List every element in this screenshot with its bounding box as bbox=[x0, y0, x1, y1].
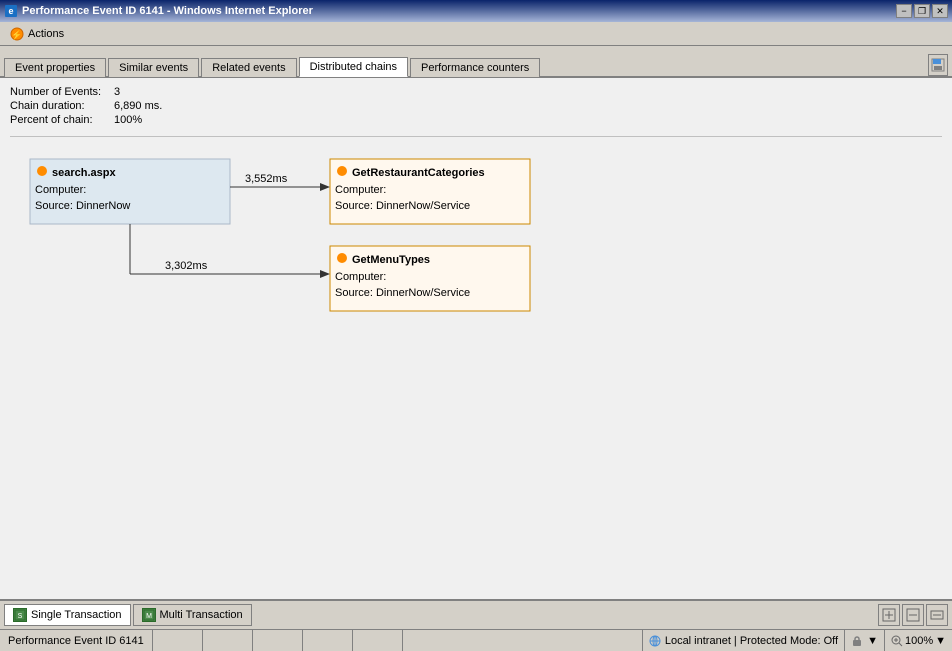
source-node-title: search.aspx bbox=[52, 167, 116, 179]
percent-value: 100% bbox=[114, 114, 142, 126]
duration-label: Chain duration: bbox=[10, 100, 110, 112]
info-row-events: Number of Events: 3 bbox=[10, 86, 942, 98]
svg-text:e: e bbox=[8, 6, 13, 16]
tab-save-icon[interactable] bbox=[928, 54, 948, 76]
svg-text:M: M bbox=[146, 613, 152, 620]
status-event-id: Performance Event ID 6141 bbox=[0, 630, 153, 651]
tab-event-properties[interactable]: Event properties bbox=[4, 58, 106, 77]
arrow1-head bbox=[320, 183, 330, 191]
events-label: Number of Events: bbox=[10, 86, 110, 98]
tab-similar-events[interactable]: Similar events bbox=[108, 58, 199, 77]
status-right: Local intranet | Protected Mode: Off ▼ 1… bbox=[642, 630, 952, 651]
window-controls: − ❐ ✕ bbox=[896, 4, 948, 18]
title-bar: e Performance Event ID 6141 - Windows In… bbox=[0, 0, 952, 22]
percent-label: Percent of chain: bbox=[10, 114, 110, 126]
restore-button[interactable]: ❐ bbox=[914, 4, 930, 18]
svg-text:S: S bbox=[18, 613, 23, 620]
status-empty-2 bbox=[203, 630, 253, 651]
arrow2-head bbox=[320, 270, 330, 278]
info-row-duration: Chain duration: 6,890 ms. bbox=[10, 100, 942, 112]
bottom-bar: S Single Transaction M Multi Transaction bbox=[0, 599, 952, 629]
target-node1-icon bbox=[337, 166, 347, 176]
toolbar-btn-3[interactable] bbox=[926, 604, 948, 626]
globe-icon bbox=[649, 635, 661, 647]
main-content: Number of Events: 3 Chain duration: 6,89… bbox=[0, 78, 952, 599]
target-node1-source: Source: DinnerNow/Service bbox=[335, 200, 470, 212]
svg-text:⚡: ⚡ bbox=[11, 29, 22, 41]
chain-diagram: search.aspx Computer: Source: DinnerNow … bbox=[10, 149, 942, 349]
duration-value: 6,890 ms. bbox=[114, 100, 162, 112]
info-row-percent: Percent of chain: 100% bbox=[10, 114, 942, 126]
status-zoom: 100% ▼ bbox=[884, 630, 952, 651]
source-node-computer: Computer: bbox=[35, 184, 86, 196]
intranet-label: Local intranet | Protected Mode: Off bbox=[665, 635, 838, 647]
toolbar-btn-1[interactable] bbox=[878, 604, 900, 626]
multi-transaction-icon: M bbox=[142, 608, 156, 622]
bottom-toolbar bbox=[878, 604, 948, 626]
status-empty-5 bbox=[353, 630, 403, 651]
zoom-dropdown-arrow[interactable]: ▼ bbox=[935, 635, 946, 647]
menu-bar: ⚡ Actions bbox=[0, 22, 952, 46]
status-bar: Performance Event ID 6141 Local intranet… bbox=[0, 629, 952, 651]
tab-performance-counters[interactable]: Performance counters bbox=[410, 58, 540, 77]
window-icon: e bbox=[4, 4, 18, 18]
tab-distributed-chains[interactable]: Distributed chains bbox=[299, 57, 408, 77]
source-node-source: Source: DinnerNow bbox=[35, 200, 130, 212]
window-title: Performance Event ID 6141 - Windows Inte… bbox=[22, 5, 892, 17]
status-intranet: Local intranet | Protected Mode: Off bbox=[642, 630, 844, 651]
zoom-value: 100% bbox=[905, 635, 933, 647]
source-node-icon bbox=[37, 166, 47, 176]
single-transaction-label: Single Transaction bbox=[31, 609, 122, 621]
toolbar-btn-2[interactable] bbox=[902, 604, 924, 626]
target-node2-computer: Computer: bbox=[335, 271, 386, 283]
zoom-icon bbox=[891, 635, 903, 647]
zoom-dropdown[interactable]: ▼ bbox=[867, 635, 878, 647]
lock-icon bbox=[851, 635, 863, 647]
status-lock-icon: ▼ bbox=[844, 630, 884, 651]
target-node1-title: GetRestaurantCategories bbox=[352, 167, 485, 179]
actions-icon: ⚡ bbox=[10, 27, 24, 41]
target-node2-source: Source: DinnerNow/Service bbox=[335, 287, 470, 299]
events-value: 3 bbox=[114, 86, 120, 98]
actions-label: Actions bbox=[28, 28, 64, 40]
tab-strip: Event properties Similar events Related … bbox=[0, 46, 952, 78]
minimize-button[interactable]: − bbox=[896, 4, 912, 18]
status-empty-3 bbox=[253, 630, 303, 651]
multi-transaction-tab[interactable]: M Multi Transaction bbox=[133, 604, 252, 626]
status-empty-1 bbox=[153, 630, 203, 651]
single-transaction-icon: S bbox=[13, 608, 27, 622]
close-button[interactable]: ✕ bbox=[932, 4, 948, 18]
target-node1-computer: Computer: bbox=[335, 184, 386, 196]
single-transaction-tab[interactable]: S Single Transaction bbox=[4, 604, 131, 626]
multi-transaction-label: Multi Transaction bbox=[160, 609, 243, 621]
arrow1-label: 3,552ms bbox=[245, 173, 288, 185]
actions-menu[interactable]: ⚡ Actions bbox=[4, 25, 70, 43]
tab-related-events[interactable]: Related events bbox=[201, 58, 296, 77]
status-empty-4 bbox=[303, 630, 353, 651]
arrow2-label: 3,302ms bbox=[165, 260, 208, 272]
target-node2-title: GetMenuTypes bbox=[352, 254, 430, 266]
target-node2-icon bbox=[337, 253, 347, 263]
info-section: Number of Events: 3 Chain duration: 6,89… bbox=[10, 86, 942, 137]
